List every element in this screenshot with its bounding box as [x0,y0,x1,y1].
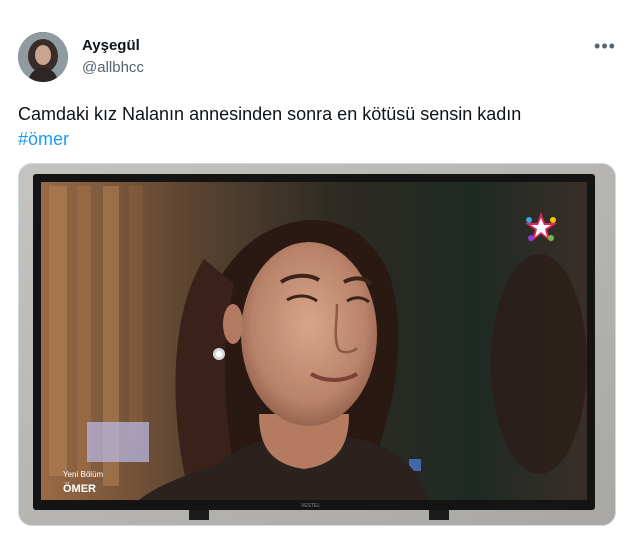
tv-brand-label: VESTEL [301,503,320,509]
tv-photo: Yeni Bölüm ÖMER VESTEL [19,164,615,525]
more-options-button[interactable]: ••• [592,36,618,56]
avatar-photo [18,32,68,82]
tweet-card: Ayşegül @allbhcc ••• Camdaki kız Nalanın… [0,0,635,539]
tv-overlay-line1: Yeni Bölüm [63,470,104,479]
author-name[interactable]: Ayşegül [82,37,140,54]
tv-overlay-line2: ÖMER [63,482,96,495]
tweet-media[interactable]: Yeni Bölüm ÖMER VESTEL [18,163,616,526]
author-handle[interactable]: @allbhcc [82,59,144,76]
hashtag-link[interactable]: #ömer [18,127,69,151]
more-horizontal-icon: ••• [594,35,616,56]
tweet-text: Camdaki kız Nalanın annesinden sonra en … [18,104,522,124]
avatar[interactable] [18,32,68,82]
